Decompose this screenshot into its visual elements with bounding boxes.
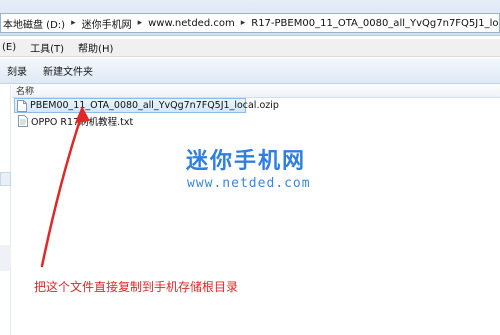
nav-item[interactable] [0, 172, 11, 186]
navigation-pane[interactable] [0, 85, 11, 335]
watermark-url: www.netded.com [187, 176, 311, 191]
document-icon [17, 99, 27, 112]
breadcrumb-folder-url[interactable]: www.netded.com [148, 18, 235, 29]
column-header-label: 名称 [16, 87, 35, 97]
menu-help[interactable]: 帮助(H) [71, 40, 120, 55]
file-name: OPPO R17刷机教程.txt [31, 116, 134, 128]
instruction-text: 把这个文件直接复制到手机存储根目录 [34, 280, 239, 294]
name-column-header[interactable]: 名称 [12, 84, 500, 98]
breadcrumb-drive[interactable]: 本地磁盘 (D:) [3, 16, 65, 31]
address-bar-region: 本地磁盘 (D:) ▸ 迷你手机网 ▸ www.netded.com ▸ R17… [0, 0, 500, 36]
breadcrumb-separator-icon[interactable]: ▸ [71, 18, 76, 28]
file-name: PBEM00_11_OTA_0080_all_YvQg7n7FQ5J1_loca… [30, 100, 279, 111]
menu-edit[interactable]: (E) [0, 42, 23, 53]
text-file-icon [18, 114, 28, 127]
menu-bar: (E) 工具(T) 帮助(H) [0, 39, 500, 57]
toolbar: 刻录 新建文件夹 [0, 58, 500, 84]
file-row-txt[interactable]: OPPO R17刷机教程.txt [14, 113, 500, 128]
menu-tools[interactable]: 工具(T) [23, 40, 71, 55]
breadcrumb-folder-site[interactable]: 迷你手机网 [82, 16, 132, 31]
file-row-ozip[interactable]: PBEM00_11_OTA_0080_all_YvQg7n7FQ5J1_loca… [14, 98, 279, 113]
address-bar[interactable]: 本地磁盘 (D:) ▸ 迷你手机网 ▸ www.netded.com ▸ R17… [0, 13, 500, 33]
file-list: PBEM00_11_OTA_0080_all_YvQg7n7FQ5J1_loca… [12, 98, 500, 128]
breadcrumb-separator-icon[interactable]: ▸ [241, 18, 246, 28]
nav-item[interactable] [0, 245, 11, 271]
watermark-logo: 迷你手机网 [186, 149, 307, 174]
breadcrumb-folder-rom[interactable]: R17-PBEM00_11_OTA_0080_all_YvQg7n7FQ5J1_… [251, 18, 499, 29]
breadcrumb-separator-icon[interactable]: ▸ [138, 18, 143, 28]
new-folder-button[interactable]: 新建文件夹 [35, 63, 101, 78]
burn-button[interactable]: 刻录 [0, 63, 35, 78]
